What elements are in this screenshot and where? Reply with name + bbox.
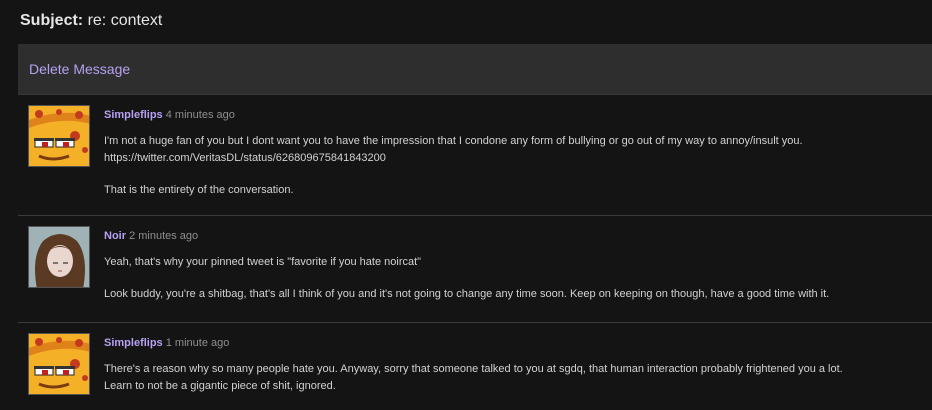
message-link[interactable]: https://twitter.com/VeritasDL/status/626… — [104, 150, 928, 167]
thread-message: Simpleflips 1 minute ago There's a reaso… — [18, 323, 932, 410]
pizza-avatar-icon[interactable] — [28, 105, 90, 167]
message-thread: Simpleflips 4 minutes ago I'm not a huge… — [18, 95, 932, 410]
message-author-link[interactable]: Simpleflips — [104, 337, 163, 349]
message-toolbar: Delete Message — [18, 44, 932, 95]
message-timestamp: 2 minutes ago — [129, 230, 199, 242]
message-text: There's a reason why so many people hate… — [104, 363, 843, 375]
thread-message: Simpleflips 4 minutes ago I'm not a huge… — [18, 95, 932, 216]
message-text: That is the entirety of the conversation… — [104, 184, 294, 196]
message-timestamp: 1 minute ago — [165, 337, 230, 349]
thread-message: Noir 2 minutes ago Yeah, that's why your… — [18, 216, 932, 323]
message-subject: Subject: re: context — [20, 12, 162, 30]
private-message-page: Subject: re: context Delete Message Simp… — [0, 0, 932, 410]
message-author-link[interactable]: Noir — [104, 230, 126, 242]
message-text: Yeah, that's why your pinned tweet is "f… — [104, 256, 422, 268]
message-meta: Simpleflips 4 minutes ago — [104, 109, 235, 121]
message-body: Yeah, that's why your pinned tweet is "f… — [104, 254, 928, 303]
subject-text: re: context — [87, 12, 163, 29]
delete-message-link[interactable]: Delete Message — [29, 61, 130, 77]
message-body: I'm not a huge fan of you but I dont wan… — [104, 133, 928, 199]
message-text: Learn to not be a gigantic piece of shit… — [104, 380, 336, 392]
message-timestamp: 4 minutes ago — [165, 109, 235, 121]
pizza-avatar-icon[interactable] — [28, 333, 90, 395]
subject-label: Subject: — [20, 12, 84, 29]
message-text: I'm not a huge fan of you but I dont wan… — [104, 135, 803, 147]
message-meta: Noir 2 minutes ago — [104, 230, 198, 242]
message-body: There's a reason why so many people hate… — [104, 361, 928, 395]
message-meta: Simpleflips 1 minute ago — [104, 337, 229, 349]
message-author-link[interactable]: Simpleflips — [104, 109, 163, 121]
message-text: Look buddy, you're a shitbag, that's all… — [104, 288, 830, 300]
anime-girl-avatar-icon[interactable] — [28, 226, 90, 288]
